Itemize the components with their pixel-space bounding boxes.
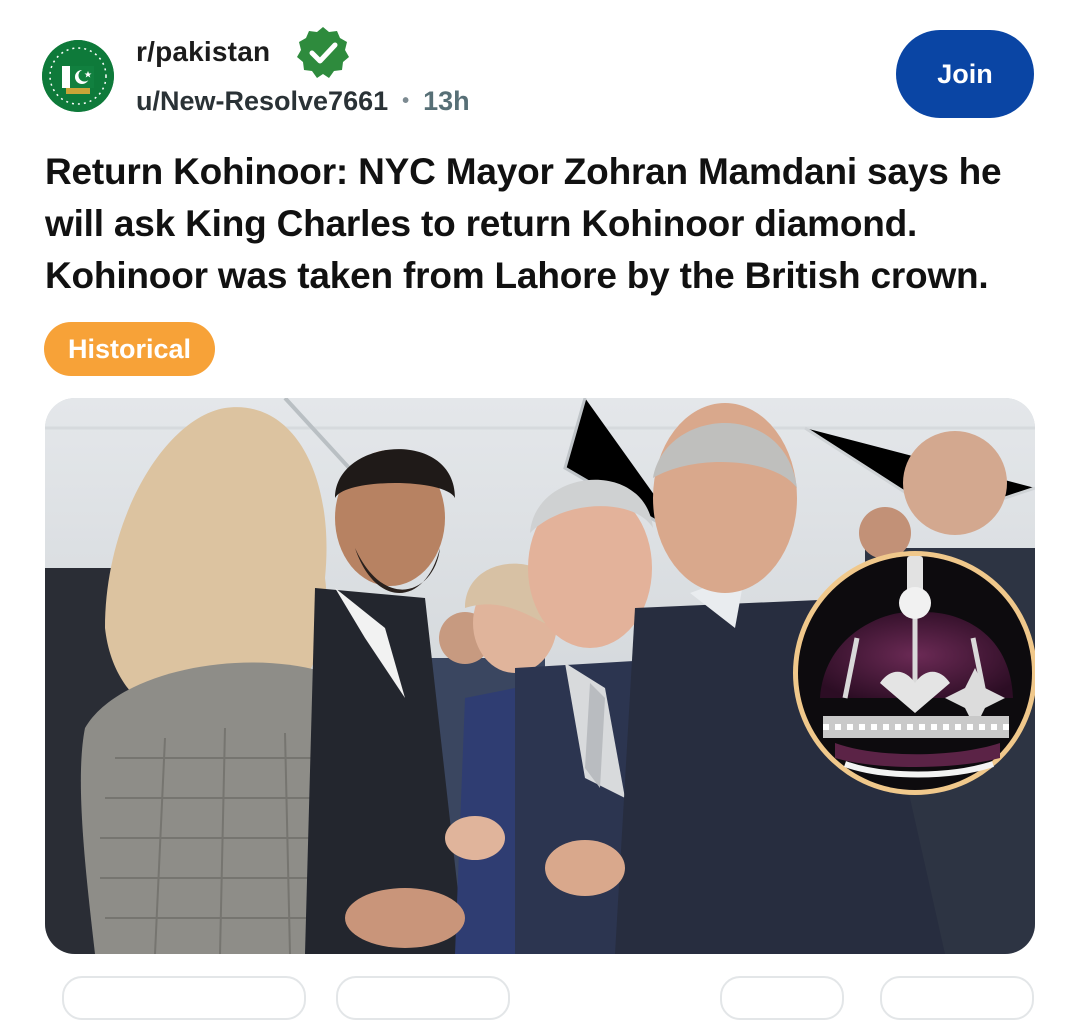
flair-badge[interactable]: Historical bbox=[44, 322, 216, 376]
post-age: 13h bbox=[423, 86, 470, 116]
post-card[interactable]: r/pakistan u/New-Resolve7661 • 13h Join … bbox=[0, 0, 1080, 1020]
author-link[interactable]: u/New-Resolve7661 bbox=[136, 86, 388, 117]
share-pill[interactable] bbox=[880, 976, 1034, 1020]
verified-check-icon bbox=[297, 27, 349, 78]
join-button[interactable]: Join bbox=[896, 30, 1034, 118]
pakistan-flag-icon bbox=[42, 40, 114, 112]
meta-separator: • bbox=[402, 90, 410, 112]
subreddit-name[interactable]: r/pakistan bbox=[136, 36, 270, 68]
subreddit-avatar[interactable] bbox=[42, 40, 114, 112]
comments-pill[interactable] bbox=[336, 976, 510, 1020]
award-pill[interactable] bbox=[720, 976, 844, 1020]
action-bar-peek bbox=[0, 966, 1080, 1020]
post-meta: u/New-Resolve7661 • 13h bbox=[136, 86, 470, 117]
post-image[interactable] bbox=[45, 398, 1035, 954]
vote-pill[interactable] bbox=[62, 976, 306, 1020]
post-photo bbox=[45, 398, 1035, 954]
post-title[interactable]: Return Kohinoor: NYC Mayor Zohran Mamdan… bbox=[45, 146, 1045, 302]
